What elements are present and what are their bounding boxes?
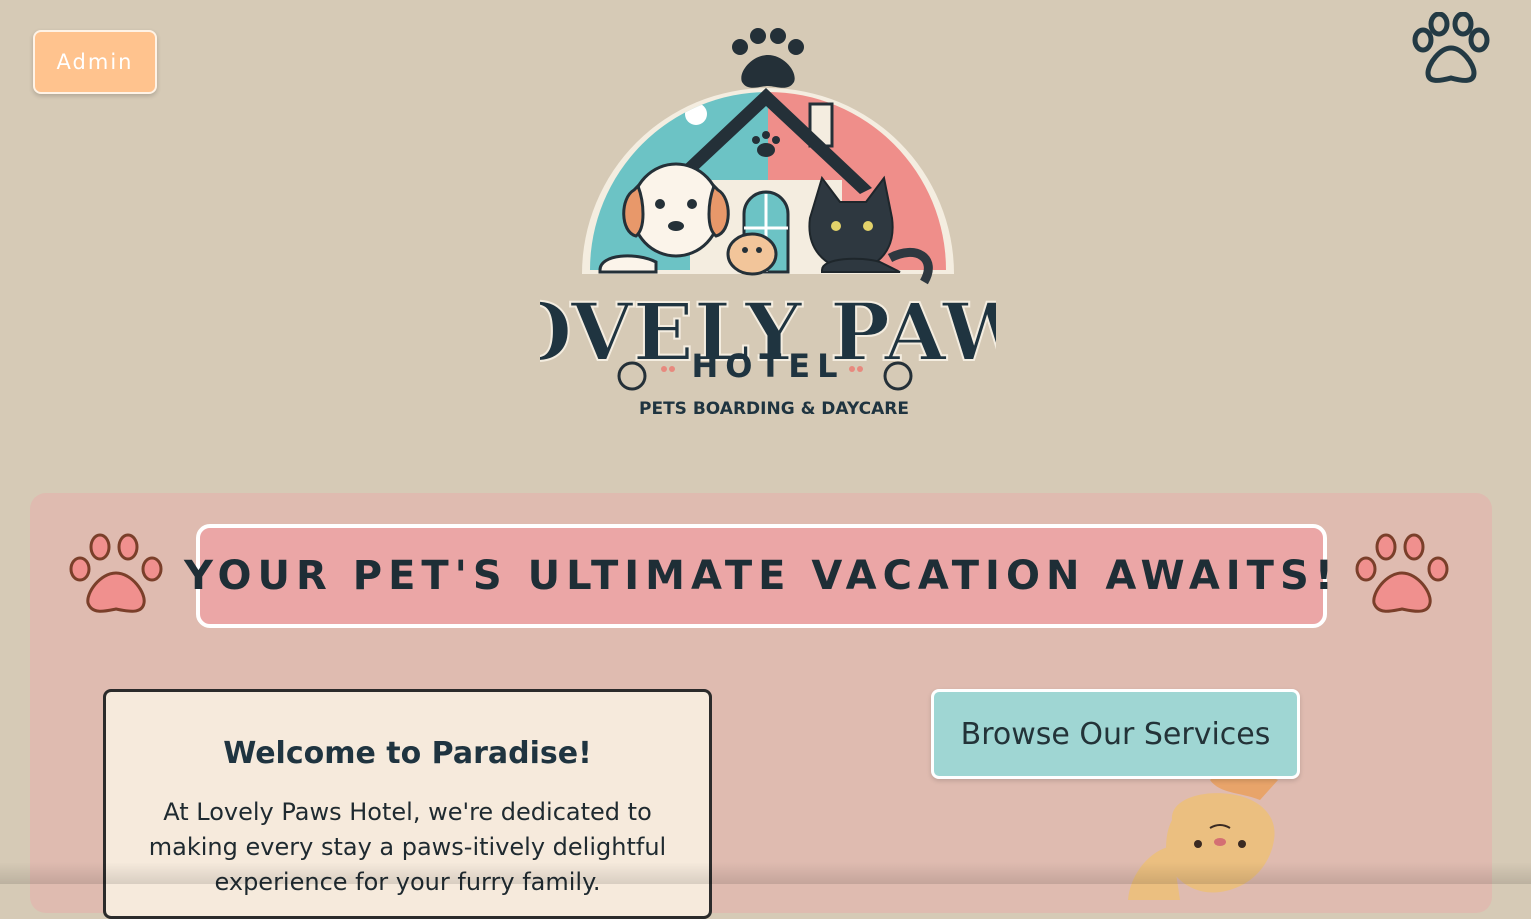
browse-services-button[interactable]: Browse Our Services [931, 689, 1300, 779]
welcome-card: Welcome to Paradise! At Lovely Paws Hote… [103, 689, 712, 919]
bottom-shadow [0, 862, 1531, 884]
paw-icon[interactable] [1410, 12, 1492, 86]
welcome-body: At Lovely Paws Hotel, we're dedicated to… [148, 798, 667, 896]
logo-subtitle: HOTEL [691, 347, 844, 385]
tagline-banner: YOUR PET'S ULTIMATE VACATION AWAITS! [184, 524, 1333, 628]
paw-icon [69, 533, 163, 613]
logo-tagline: PETS BOARDING & DAYCARE [639, 399, 909, 419]
logo-image: LOVELY PAWS HOTEL PETS BOARDING & DAYCAR… [540, 28, 996, 419]
paw-icon [1355, 533, 1449, 613]
admin-button[interactable]: Admin [33, 30, 157, 94]
welcome-title: Welcome to Paradise! [223, 736, 592, 771]
